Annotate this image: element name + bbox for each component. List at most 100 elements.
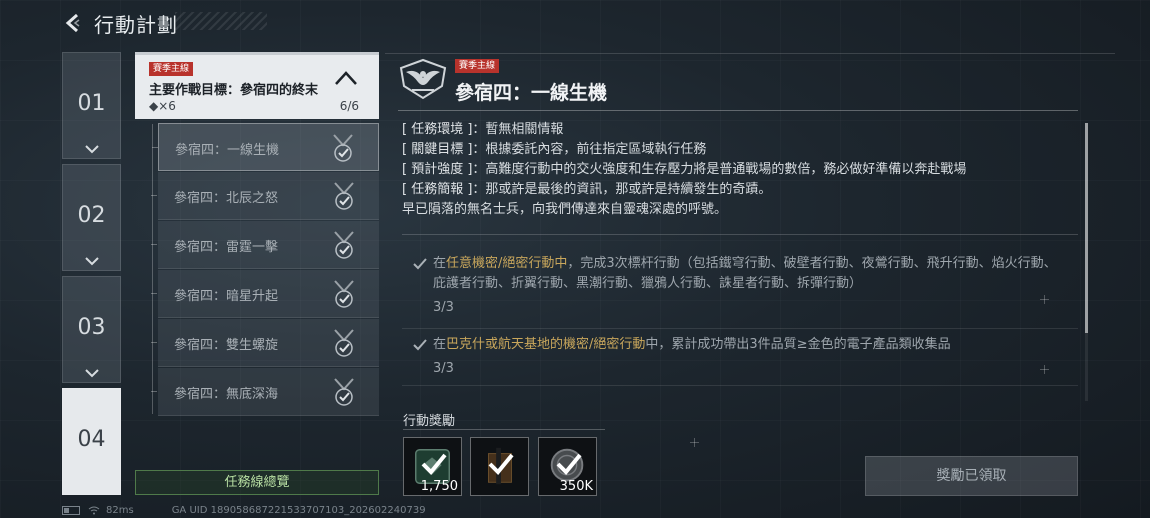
- mission-item[interactable]: 參宿四：雷霆一擊: [151, 221, 379, 269]
- check-icon: [421, 453, 447, 475]
- objective-highlight: 巴克什或航天基地的機密/絕密行動: [446, 337, 646, 352]
- chain-progress: 6/6: [339, 99, 359, 113]
- mission-title: 參宿四：一線生機: [455, 82, 608, 104]
- briefing-value: ：那或許是最後的資訊，那或許是持續發生的奇蹟。: [472, 182, 772, 197]
- mission-briefing: [ 任務環境 ]：暫無相關情報 [ 關鍵目標 ]：根據委託內容，前往指定區域執行…: [402, 120, 1082, 220]
- season-main-badge: 賽季主線: [455, 59, 500, 73]
- objective-item: 在任意機密/絕密行動中，完成3次標杆行動（包括鐵穹行動、破壁者行動、夜鶯行動、飛…: [412, 254, 1062, 318]
- completed-check-icon: [334, 231, 354, 259]
- ping-text: 82ms: [106, 505, 134, 516]
- mission-label: 參宿四：雙生螺旋: [174, 338, 279, 353]
- chain-title: 主要作戰目標：參宿四的終末: [149, 83, 319, 98]
- mission-item[interactable]: 參宿四：無底深海: [151, 368, 379, 416]
- chapter-number: 02: [77, 203, 106, 228]
- tree-connector: [152, 124, 153, 414]
- tree-tick: [151, 391, 157, 392]
- mission-item[interactable]: 參宿四：暗星升起: [151, 270, 379, 318]
- reward-item[interactable]: 350K: [538, 437, 597, 496]
- chain-reward: ◆×6: [149, 99, 176, 113]
- reward-item[interactable]: [470, 437, 529, 496]
- objective-item: 在巴克什或航天基地的機密/絕密行動中，累計成功帶出3件品質≥金色的電子產品類收集…: [412, 335, 1062, 379]
- divider: [385, 53, 1115, 54]
- briefing-line: [ 任務簡報 ]：那或許是最後的資訊，那或許是持續發生的奇蹟。: [402, 180, 1082, 200]
- status-footer: 82ms GA UID 189058687221533707103_202602…: [62, 505, 426, 516]
- uid-text: GA UID 189058687221533707103_20260224073…: [171, 505, 426, 516]
- reward-amount: 1,750: [420, 479, 458, 494]
- briefing-key: [ 預計強度 ]: [402, 162, 473, 177]
- page-title: 行動計劃: [94, 12, 178, 37]
- tree-tick: [151, 195, 157, 196]
- divider: [402, 328, 1078, 329]
- briefing-line: [ 任務環境 ]：暫無相關情報: [402, 120, 1082, 140]
- objective-highlight: 任意機密/絕密行動中: [446, 256, 568, 271]
- briefing-key: [ 任務簡報 ]: [402, 182, 473, 197]
- chapter-number: 03: [77, 315, 106, 340]
- check-icon: [556, 453, 582, 475]
- briefing-line: [ 預計強度 ]：高難度行動中的交火強度和生存壓力將是普通戰場的數倍，務必做好準…: [402, 160, 1082, 180]
- rewards-label: 行動獎勵: [403, 414, 456, 429]
- back-button[interactable]: [60, 10, 86, 36]
- chapter-tab-03[interactable]: 03: [62, 276, 121, 383]
- scrollbar[interactable]: [1085, 123, 1088, 401]
- tree-tick: [151, 293, 157, 294]
- header: 行動計劃: [60, 8, 178, 38]
- mission-label: 參宿四：一線生機: [175, 143, 280, 158]
- briefing-value: ：高難度行動中的交火強度和生存壓力將是普通戰場的數倍，務必做好準備以奔赴戰場: [472, 162, 967, 177]
- tree-tick: [151, 342, 157, 343]
- mission-item[interactable]: 參宿四：北辰之怒: [151, 172, 379, 220]
- reward-amount: 350K: [559, 479, 593, 494]
- briefing-value: ：暫無相關情報: [472, 122, 564, 137]
- completed-check-icon: [334, 378, 354, 406]
- chapter-number: 04: [77, 427, 106, 452]
- header-decoration: [175, 12, 267, 30]
- objective-pre: 在: [433, 337, 447, 352]
- briefing-key: [ 任務環境 ]: [402, 122, 473, 137]
- wifi-icon: [88, 506, 100, 515]
- chevron-down-icon: [85, 145, 99, 154]
- check-icon: [413, 258, 427, 270]
- check-icon: [488, 453, 514, 475]
- objective-progress: 3/3: [433, 361, 454, 376]
- mission-label: 參宿四：北辰之怒: [174, 191, 279, 206]
- objective-text: 在任意機密/絕密行動中，完成3次標杆行動（包括鐵穹行動、破壁者行動、夜鶯行動、飛…: [433, 254, 1062, 294]
- chapter-tab-02[interactable]: 02: [62, 164, 121, 271]
- mission-item[interactable]: 參宿四：一線生機: [152, 123, 379, 171]
- chapter-number: 01: [77, 91, 106, 116]
- objective-post: 中，累計成功帶出3件品質≥金色的電子產品類收集品: [645, 337, 951, 352]
- divider: [402, 385, 1078, 386]
- mission-label: 參宿四：暗星升起: [174, 289, 279, 304]
- completed-check-icon: [334, 280, 354, 308]
- divider: [398, 110, 1078, 111]
- briefing-line: [ 關鍵目標 ]：根據委託內容，前往指定區域執行任務: [402, 140, 1082, 160]
- back-arrow-icon: [65, 13, 80, 33]
- chevron-up-icon[interactable]: [333, 69, 359, 87]
- briefing-key: [ 關鍵目標 ]: [402, 142, 473, 157]
- mission-chain-card[interactable]: 賽季主線 主要作戰目標：參宿四的終末 ◆×6 6/6: [135, 52, 379, 119]
- mission-item[interactable]: 參宿四：雙生螺旋: [151, 319, 379, 367]
- briefing-value: ：根據委託內容，前往指定區域執行任務: [472, 142, 707, 157]
- objective-progress: 3/3: [433, 300, 454, 315]
- divider: [403, 429, 605, 430]
- check-icon: [413, 339, 427, 351]
- reward-item[interactable]: 1,750: [403, 437, 462, 496]
- season-main-badge: 賽季主線: [149, 62, 194, 76]
- battery-icon: [62, 506, 80, 515]
- completed-check-icon: [334, 329, 354, 357]
- chapter-tab-01[interactable]: 01: [62, 52, 121, 159]
- rewards-claimed-button[interactable]: 獎勵已領取: [865, 456, 1078, 496]
- objective-text: 在巴克什或航天基地的機密/絕密行動中，累計成功帶出3件品質≥金色的電子產品類收集…: [433, 335, 1062, 355]
- completed-check-icon: [333, 134, 353, 162]
- eagle-emblem-icon: [399, 58, 447, 100]
- chapter-tab-04[interactable]: 04: [62, 388, 121, 495]
- scrollbar-thumb[interactable]: [1085, 123, 1088, 333]
- chevron-down-icon: [85, 369, 99, 378]
- mission-label: 參宿四：雷霆一擊: [174, 240, 279, 255]
- tree-tick: [152, 147, 158, 148]
- chevron-down-icon: [85, 257, 99, 266]
- mission-line-overview-button[interactable]: 任務線總覽: [135, 470, 379, 495]
- mission-label: 參宿四：無底深海: [174, 387, 279, 402]
- completed-check-icon: [334, 182, 354, 210]
- decor-cross: [690, 438, 699, 447]
- divider: [402, 234, 1078, 235]
- briefing-line: 早已隕落的無名士兵，向我們傳達來自靈魂深處的呼號。: [402, 202, 728, 217]
